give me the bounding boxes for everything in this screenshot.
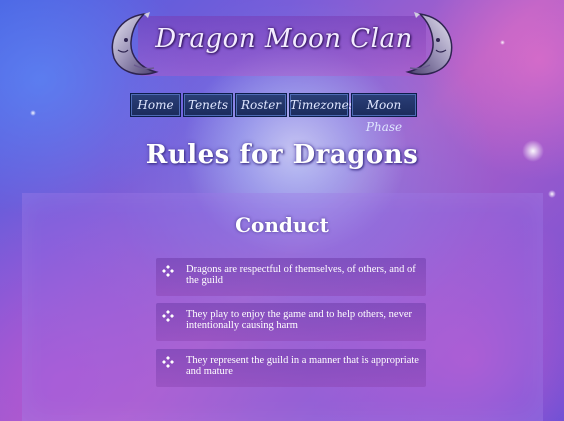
rule-item: They represent the guild in a manner tha… xyxy=(156,349,426,387)
rule-text: Dragons are respectful of themselves, of… xyxy=(186,264,416,286)
page-title: Rules for Dragons xyxy=(145,140,419,170)
crescent-moon-face-icon xyxy=(400,10,460,80)
four-diamond-bullet-icon xyxy=(162,262,174,277)
nav-roster-button[interactable]: Roster xyxy=(235,93,287,117)
four-diamond-bullet-icon xyxy=(162,353,174,368)
rule-text: They play to enjoy the game and to help … xyxy=(186,309,412,331)
four-diamond-bullet-icon xyxy=(162,307,174,322)
rule-item: Dragons are respectful of themselves, of… xyxy=(156,258,426,296)
site-title: Dragon Moon Clan xyxy=(155,24,413,54)
site-banner: Dragon Moon Clan xyxy=(104,6,462,80)
sparkle-decoration xyxy=(500,40,505,45)
rule-item: They play to enjoy the game and to help … xyxy=(156,303,426,341)
sparkle-decoration xyxy=(30,110,36,116)
nav-moon-phase-button[interactable]: Moon Phase xyxy=(351,93,417,134)
nav-timezones-button[interactable]: Timezones xyxy=(289,93,355,117)
sparkle-decoration xyxy=(548,190,556,198)
section-title: Conduct xyxy=(235,213,329,237)
rule-text: They represent the guild in a manner tha… xyxy=(186,355,419,377)
nav-home-button[interactable]: Home xyxy=(130,93,181,117)
nav-tenets-button[interactable]: Tenets xyxy=(183,93,233,117)
